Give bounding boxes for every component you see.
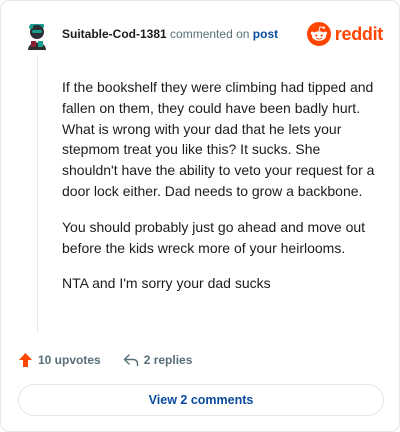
reply-arrow-icon [123,354,138,367]
replies-button[interactable]: 2 replies [123,353,193,367]
thread-line [37,55,38,333]
reddit-snoo-icon [306,22,331,46]
comment-body: If the bookshelf they were climbing had … [62,77,378,309]
comment-paragraph: You should probably just go ahead and mo… [62,218,366,256]
username-link[interactable]: Suitable-Cod-1381 [62,27,167,41]
comment-actions: 10 upvotes 2 replies [18,350,192,370]
commented-on-text: commented on [170,27,250,41]
view-comments-label: View 2 comments [148,393,254,407]
upvote-button[interactable]: 10 upvotes [18,352,101,368]
upvote-count: 10 upvotes [38,353,101,367]
user-avatar[interactable] [21,18,53,50]
reddit-logo[interactable]: reddit [306,21,384,47]
comment-card: Suitable-Cod-1381 commented on post redd… [0,0,400,432]
comment-paragraph: If the bookshelf they were climbing had … [62,79,375,199]
upvote-arrow-icon [19,353,32,367]
comment-paragraph: NTA and I'm sorry your dad sucks [62,275,271,292]
view-comments-button[interactable]: View 2 comments [18,384,384,416]
reddit-wordmark: reddit [334,23,384,44]
avatar-icon [21,18,53,50]
comment-header: Suitable-Cod-1381 commented on post redd… [21,18,383,50]
comment-meta: Suitable-Cod-1381 commented on post [62,27,278,41]
replies-count: 2 replies [143,353,193,367]
post-link[interactable]: post [253,27,278,41]
